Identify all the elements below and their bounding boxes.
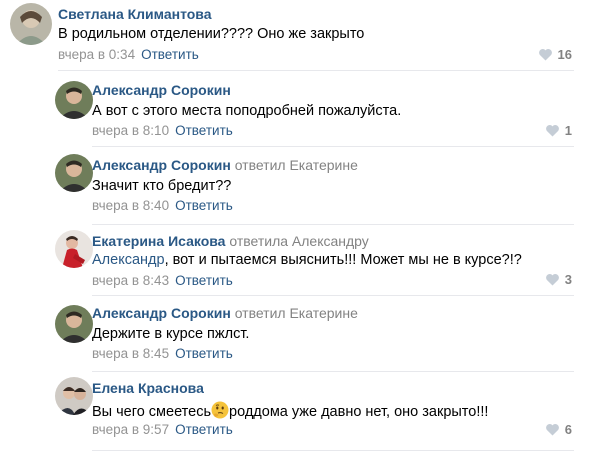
comment-text: А вот с этого места поподробней пожалуйс… — [92, 103, 402, 119]
comment-text: Значит кто бредит?? — [92, 178, 232, 194]
divider — [92, 224, 574, 225]
divider — [92, 450, 574, 451]
avatar[interactable] — [55, 377, 93, 415]
like-count: 16 — [557, 47, 572, 62]
like-button[interactable]: 1 — [545, 123, 572, 138]
comment-text: В родильном отделении???? Оно же закрыто — [58, 26, 365, 42]
like-count: 6 — [564, 422, 572, 437]
heart-icon — [545, 125, 559, 137]
comment-text: Александр, вот и пытаемся выяснить!!! Мо… — [92, 252, 522, 268]
like-count: 1 — [564, 123, 572, 138]
comment-text: Вы чего смеетесь роддома уже давно нет, о… — [92, 401, 488, 420]
comment-reply: Екатерина Исакова ответила Александру Ал… — [0, 227, 590, 297]
avatar[interactable] — [55, 305, 93, 343]
reply-to-label[interactable]: ответил Екатерине — [235, 157, 358, 173]
avatar[interactable] — [10, 3, 52, 45]
comment-time[interactable]: вчера в 8:43 — [92, 273, 169, 288]
heart-icon — [538, 49, 552, 61]
reply-button[interactable]: Ответить — [175, 346, 233, 361]
avatar[interactable] — [55, 230, 93, 268]
author-name[interactable]: Александр Сорокин — [92, 305, 231, 321]
like-button[interactable]: 3 — [545, 272, 572, 287]
reply-to-label[interactable]: ответил Екатерине — [235, 305, 358, 321]
reply-button[interactable]: Ответить — [175, 273, 233, 288]
comment-text-body: , вот и пытаемся выяснить!!! Может мы не… — [164, 252, 522, 268]
avatar[interactable] — [55, 154, 93, 192]
comment-time[interactable]: вчера в 9:57 — [92, 422, 169, 437]
comment-reply: Елена Краснова Вы чего смеетесь роддома у… — [0, 372, 590, 455]
comment-meta: вчера в 8:10 Ответить — [92, 123, 233, 138]
comment-text: Держите в курсе пжлст. — [92, 326, 250, 342]
author-name[interactable]: Светлана Климантова — [58, 6, 212, 22]
like-count: 3 — [564, 272, 572, 287]
comment-meta: вчера в 8:40 Ответить — [92, 198, 233, 213]
comment-text-part: роддома уже давно нет, оно закрыто!!! — [229, 404, 489, 420]
reply-button[interactable]: Ответить — [141, 47, 199, 62]
reply-button[interactable]: Ответить — [175, 123, 233, 138]
author-line: Александр Сорокин — [92, 82, 231, 98]
like-button[interactable]: 16 — [538, 47, 572, 62]
reply-button[interactable]: Ответить — [175, 198, 233, 213]
author-line: Елена Краснова — [92, 380, 204, 396]
heart-icon — [545, 424, 559, 436]
comment-meta: вчера в 0:34 Ответить — [58, 47, 199, 62]
author-name[interactable]: Елена Краснова — [92, 380, 204, 396]
avatar[interactable] — [55, 81, 93, 119]
comment-time[interactable]: вчера в 8:45 — [92, 346, 169, 361]
comment-time[interactable]: вчера в 8:40 — [92, 198, 169, 213]
comment-reply: Александр Сорокин А вот с этого места по… — [0, 72, 590, 147]
comment-meta: вчера в 9:57 Ответить — [92, 422, 233, 437]
like-button[interactable]: 6 — [545, 422, 572, 437]
comment-top-level: Светлана Климантова В родильном отделени… — [0, 0, 590, 72]
author-line: Светлана Климантова — [58, 6, 212, 22]
reply-to-label[interactable]: ответила Александру — [229, 233, 368, 249]
author-line: Александр Сорокин ответил Екатерине — [92, 157, 358, 173]
comment-reply: Александр Сорокин ответил Екатерине Держ… — [0, 297, 590, 372]
comment-meta: вчера в 8:45 Ответить — [92, 346, 233, 361]
comment-text-part: Вы чего смеетесь — [92, 404, 212, 420]
comment-meta: вчера в 8:43 Ответить — [92, 273, 233, 288]
comment-time[interactable]: вчера в 0:34 — [58, 47, 135, 62]
author-name[interactable]: Александр Сорокин — [92, 82, 231, 98]
author-line: Екатерина Исакова ответила Александру — [92, 233, 369, 249]
mention-link[interactable]: Александр — [92, 252, 165, 268]
reply-button[interactable]: Ответить — [175, 422, 233, 437]
divider — [58, 70, 574, 71]
divider — [92, 295, 574, 296]
author-name[interactable]: Александр Сорокин — [92, 157, 231, 173]
comment-reply: Александр Сорокин ответил Екатерине Знач… — [0, 147, 590, 227]
heart-icon — [545, 274, 559, 286]
author-line: Александр Сорокин ответил Екатерине — [92, 305, 358, 321]
thinking-face-emoji — [211, 401, 229, 419]
comment-time[interactable]: вчера в 8:10 — [92, 123, 169, 138]
author-name[interactable]: Екатерина Исакова — [92, 233, 225, 249]
